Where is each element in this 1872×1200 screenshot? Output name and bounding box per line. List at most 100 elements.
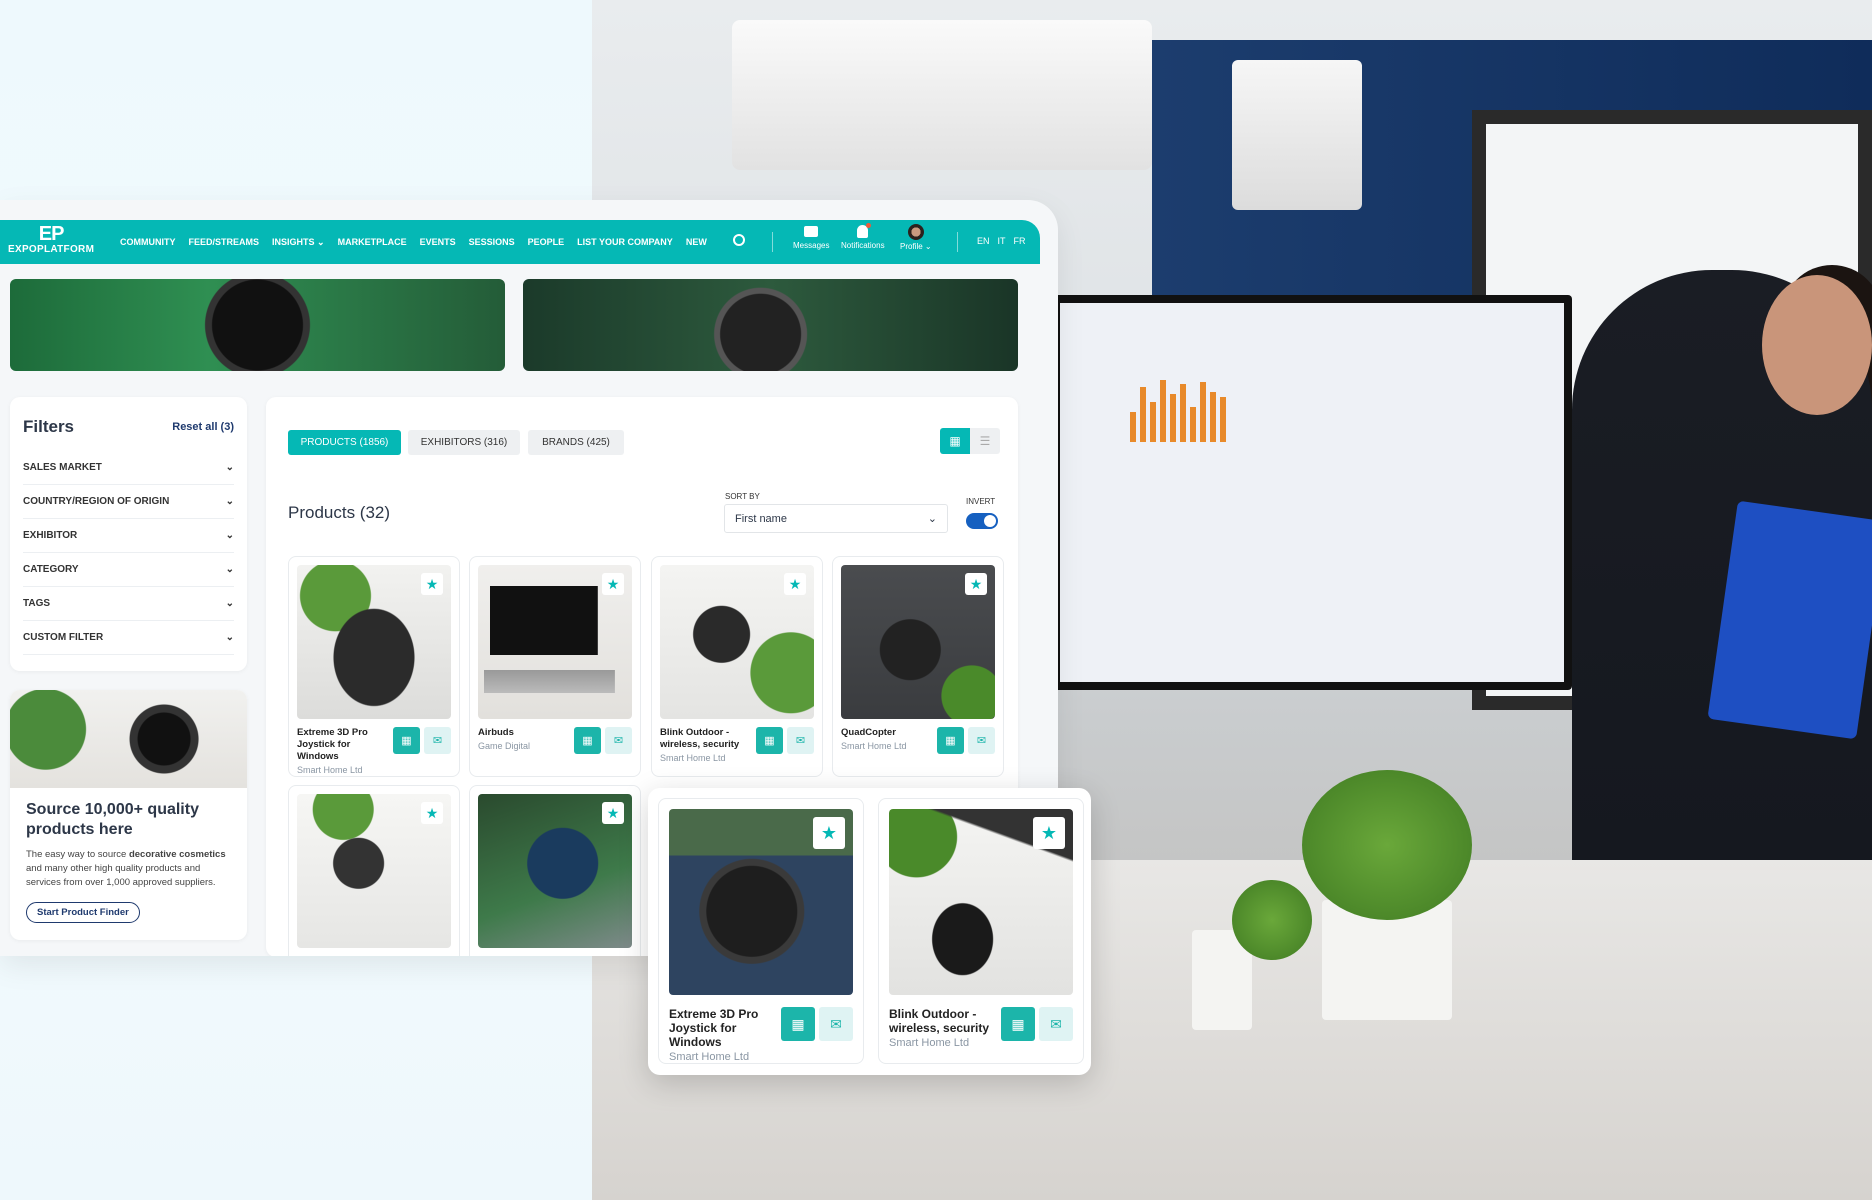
nav-insights[interactable]: INSIGHTS ⌄ (272, 237, 325, 248)
lang-it[interactable]: IT (998, 236, 1006, 246)
presentation-screen (1052, 295, 1572, 690)
banner-camera-lens[interactable] (10, 279, 505, 371)
invert-toggle[interactable] (966, 513, 998, 529)
featured-product-card[interactable]: ★ Blink Outdoor - wireless, security Smart… (878, 798, 1084, 1064)
nav-people[interactable]: PEOPLE (528, 237, 565, 247)
chevron-down-icon: ⌄ (225, 462, 234, 473)
messages-button[interactable]: Messages (793, 224, 829, 250)
promo-title: Source 10,000+ quality products here (26, 801, 199, 838)
product-name: Airbuds (478, 727, 514, 738)
calendar-button[interactable]: ▦ (937, 727, 964, 754)
filters-title: Filters (23, 417, 75, 436)
star-icon[interactable]: ★ (602, 573, 624, 595)
filter-country-region-of-origin[interactable]: COUNTRY/REGION OF ORIGIN ⌄ (23, 485, 234, 519)
sort-by-select[interactable]: First name ⌄ (724, 504, 948, 533)
bell-icon (857, 223, 872, 238)
product-card[interactable]: ★ (288, 785, 460, 956)
message-button[interactable]: ✉ (968, 727, 995, 754)
product-card[interactable]: ★ QuadCopter Smart Home Ltd ▦ ✉ (832, 556, 1004, 777)
filter-tags[interactable]: TAGS ⌄ (23, 587, 234, 621)
message-button[interactable]: ✉ (1039, 1007, 1073, 1041)
tab-products[interactable]: PRODUCTS (1856) (288, 430, 401, 455)
lang-en[interactable]: EN (977, 236, 990, 246)
mail-icon: ✉ (613, 735, 624, 747)
calendar-button[interactable]: ▦ (756, 727, 783, 754)
nav-marketplace[interactable]: MARKETPLACE (338, 237, 407, 247)
product-company: Smart Home Ltd (841, 741, 907, 751)
product-card[interactable]: ★ Blink Outdoor - wireless, security Smart… (651, 556, 823, 777)
product-name: Blink Outdoor - wireless, security (660, 727, 740, 750)
chevron-down-icon: ⌄ (225, 530, 234, 541)
nav-new[interactable]: NEW (686, 237, 707, 247)
lang-fr[interactable]: FR (1014, 236, 1026, 246)
chevron-down-icon: ⌄ (225, 496, 234, 507)
screen-chart-bar (1160, 380, 1166, 442)
calendar-button[interactable]: ▦ (574, 727, 601, 754)
promo-text: The easy way to source decorative cosmet… (26, 849, 226, 888)
promo-card: Source 10,000+ quality products here The… (10, 690, 247, 940)
star-icon[interactable]: ★ (784, 573, 806, 595)
product-company: Smart Home Ltd (889, 1037, 970, 1049)
star-icon[interactable]: ★ (965, 573, 987, 595)
calendar-icon: ▦ (1011, 1015, 1025, 1032)
sort-by-label: SORT BY (725, 492, 760, 501)
message-button[interactable]: ✉ (787, 727, 814, 754)
filter-category[interactable]: CATEGORY ⌄ (23, 553, 234, 587)
profile-menu[interactable]: Profile ⌄ (900, 224, 932, 251)
list-view-button[interactable]: ☰ (970, 428, 1000, 454)
calendar-icon: ▦ (791, 1015, 805, 1032)
product-name: Extreme 3D Pro Joystick for Windows (297, 727, 368, 762)
invert-label: INVERT (966, 497, 996, 506)
calendar-button[interactable]: ▦ (781, 1007, 815, 1041)
nav-sessions[interactable]: SESSIONS (469, 237, 515, 247)
chevron-down-icon: ⌄ (225, 564, 234, 575)
air-conditioner (732, 20, 1152, 170)
filter-exhibitor[interactable]: EXHIBITOR ⌄ (23, 519, 234, 553)
top-nav: EP EXPOPLATFORM COMMUNITY FEED/STREAMS I… (0, 220, 1040, 264)
banner-vintage-camera[interactable] (523, 279, 1018, 371)
nav-list-your-company[interactable]: LIST YOUR COMPANY (577, 237, 673, 247)
filter-sales-market[interactable]: SALES MARKET ⌄ (23, 451, 234, 485)
tab-exhibitors[interactable]: EXHIBITORS (316) (408, 430, 520, 455)
notifications-button[interactable]: Notifications (841, 223, 885, 250)
star-icon[interactable]: ★ (421, 573, 443, 595)
promo-image (10, 690, 247, 788)
grid-view-button[interactable]: ▦ (940, 428, 970, 454)
nav-feed-streams[interactable]: FEED/STREAMS (189, 237, 260, 247)
message-button[interactable]: ✉ (819, 1007, 853, 1041)
logo[interactable]: EP EXPOPLATFORM (8, 224, 94, 255)
calendar-button[interactable]: ▦ (393, 727, 420, 754)
featured-products-popup: ★ Extreme 3D Pro Joystick for Windows Smar… (648, 788, 1091, 1075)
nav-community[interactable]: COMMUNITY (120, 237, 176, 247)
star-icon[interactable]: ★ (1033, 817, 1065, 849)
product-card[interactable]: ★ Extreme 3D Pro Joystick for Windows Smar… (288, 556, 460, 777)
product-card[interactable]: ★ (469, 785, 641, 956)
product-card[interactable]: ★ Airbuds Game Digital ▦ ✉ (469, 556, 641, 777)
avatar (907, 224, 924, 240)
start-product-finder-button[interactable]: Start Product Finder (26, 902, 140, 923)
screen-chart-bar (1170, 394, 1176, 442)
star-icon[interactable]: ★ (813, 817, 845, 849)
reset-all-link[interactable]: Reset all (3) (172, 421, 234, 433)
filter-custom-filter[interactable]: CUSTOM FILTER ⌄ (23, 621, 234, 655)
screen-chart-bar (1200, 382, 1206, 442)
search-icon[interactable] (733, 234, 745, 246)
star-icon[interactable]: ★ (421, 802, 443, 824)
calendar-button[interactable]: ▦ (1001, 1007, 1035, 1041)
mail-icon (804, 226, 819, 237)
product-company: Smart Home Ltd (660, 753, 726, 763)
tab-brands[interactable]: BRANDS (425) (528, 430, 624, 455)
message-button[interactable]: ✉ (424, 727, 451, 754)
product-image: ★ (889, 809, 1073, 995)
star-icon[interactable]: ★ (602, 802, 624, 824)
calendar-icon: ▦ (582, 735, 593, 747)
message-button[interactable]: ✉ (605, 727, 632, 754)
product-image: ★ (478, 794, 632, 948)
nav-events[interactable]: EVENTS (420, 237, 456, 247)
product-name: Blink Outdoor - wireless, security (889, 1007, 990, 1035)
product-name: QuadCopter (841, 727, 896, 738)
product-name: Extreme 3D Pro Joystick for Windows (669, 1007, 759, 1049)
product-image: ★ (841, 565, 995, 719)
featured-product-card[interactable]: ★ Extreme 3D Pro Joystick for Windows Smar… (658, 798, 864, 1064)
calendar-icon: ▦ (764, 735, 775, 747)
